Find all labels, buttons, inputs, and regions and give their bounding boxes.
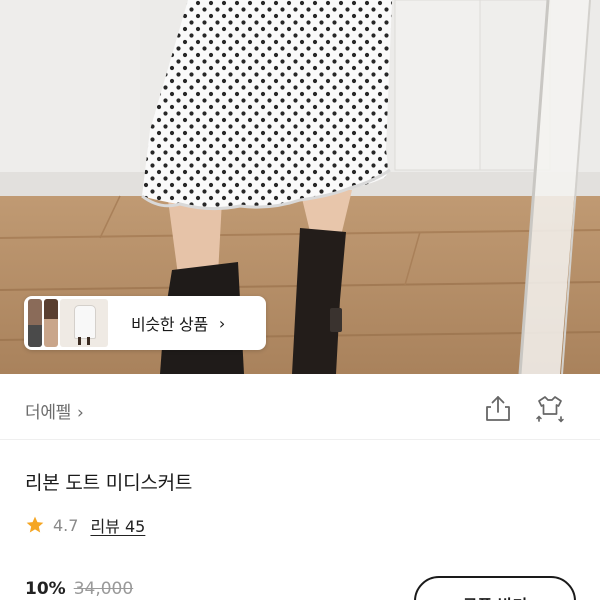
coupon-button[interactable]: 쿠폰 받기 xyxy=(414,576,576,600)
chevron-right-icon: › xyxy=(77,403,84,423)
original-price: 34,000 xyxy=(73,579,134,599)
similar-products-label: 비슷한 상품 xyxy=(131,315,208,334)
shop-link[interactable]: 더에펠 › xyxy=(25,398,84,423)
product-title: 리본 도트 미디스커트 xyxy=(25,472,193,494)
similar-thumbnail xyxy=(28,299,42,347)
coupon-button-label: 쿠폰 받기 xyxy=(463,592,527,600)
similar-style-button[interactable] xyxy=(534,393,566,425)
review-link[interactable]: 리뷰 45 xyxy=(90,513,145,537)
similar-thumbnail xyxy=(44,299,58,347)
star-icon xyxy=(26,516,44,533)
similar-thumbnails xyxy=(28,299,108,347)
shop-row: 더에펠 › xyxy=(0,374,600,440)
rating-row: 4.7 리뷰 45 xyxy=(25,514,145,536)
price-row: 10% 34,000 xyxy=(25,579,133,599)
similar-thumbnail xyxy=(60,299,108,347)
similar-products-button[interactable]: 비슷한 상품 › xyxy=(24,296,266,350)
share-icon xyxy=(486,396,510,421)
share-button[interactable] xyxy=(482,393,514,425)
discount-rate: 10% xyxy=(25,579,66,599)
shop-name: 더에펠 xyxy=(25,403,72,423)
rating-value: 4.7 xyxy=(53,515,79,535)
similar-style-icon xyxy=(536,396,564,423)
product-image[interactable]: 비슷한 상품 › xyxy=(0,0,600,374)
chevron-right-icon: › xyxy=(218,313,226,333)
